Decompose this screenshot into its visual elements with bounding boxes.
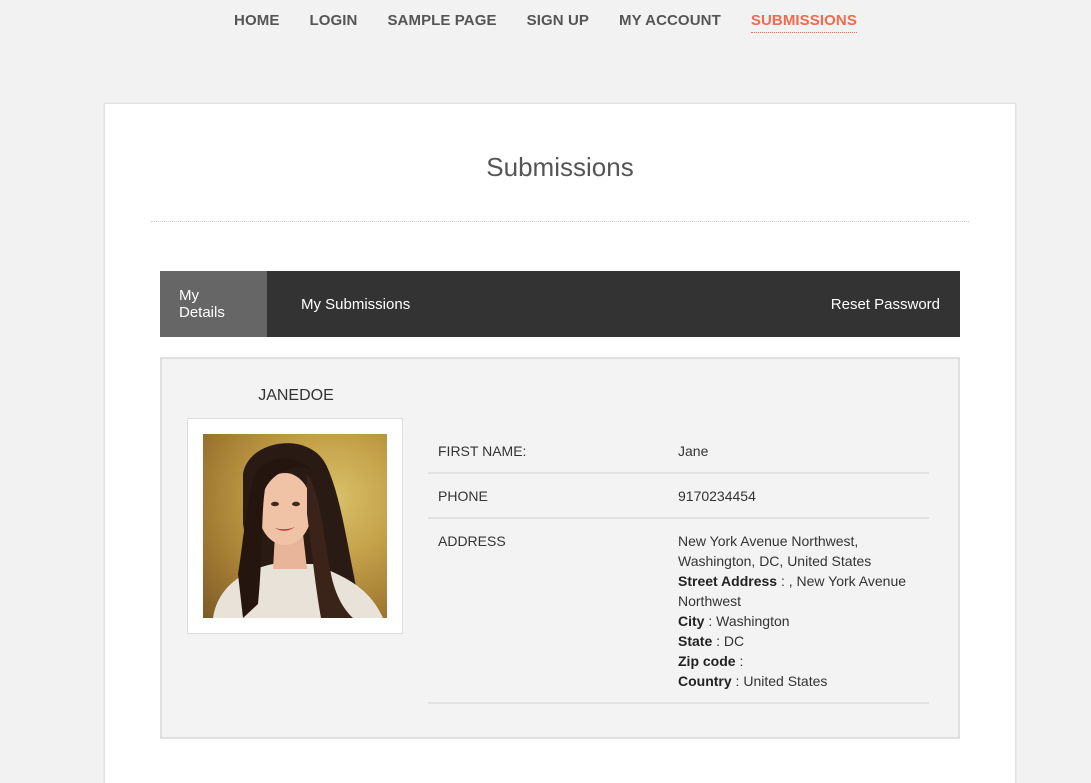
content-card: Submissions My Details My Submissions Re…: [104, 103, 1016, 783]
profile-details-panel: JANEDOE FIRST NAME: Jane PHONE 917023445…: [160, 357, 960, 739]
nav-link-sample-page[interactable]: SAMPLE PAGE: [387, 12, 496, 32]
state-label: State: [678, 633, 713, 649]
address-line-2: Washington, DC, United States: [678, 553, 872, 569]
tab-my-details[interactable]: My Details: [160, 271, 267, 337]
nav-link-my-account[interactable]: MY ACCOUNT: [619, 12, 721, 32]
country: Country : United States: [678, 671, 919, 691]
nav-item-my-account: MY ACCOUNT: [619, 12, 721, 33]
first-name-value: Jane: [668, 428, 929, 474]
nav-item-submissions: SUBMISSIONS: [750, 12, 857, 33]
nav-item-sample-page: SAMPLE PAGE: [387, 12, 496, 33]
country-value: : United States: [731, 673, 828, 689]
nav-item-home: HOME: [234, 12, 279, 33]
address-label: ADDRESS: [428, 518, 668, 704]
nav-link-submissions[interactable]: SUBMISSIONS: [750, 12, 857, 33]
phone-label: PHONE: [428, 473, 668, 519]
title-divider: [151, 221, 969, 222]
top-navigation: HOME LOGIN SAMPLE PAGE SIGN UP MY ACCOUN…: [0, 0, 1091, 44]
page-title: Submissions: [486, 152, 634, 182]
phone-value: 9170234454: [668, 473, 929, 519]
user-photo-icon: [213, 443, 383, 618]
city-label: City: [678, 613, 705, 629]
zip-code-label: Zip code: [678, 653, 736, 669]
tab-my-submissions[interactable]: My Submissions: [267, 271, 429, 337]
account-tab-bar: My Details My Submissions Reset Password: [160, 271, 960, 337]
country-label: Country: [678, 673, 732, 689]
table-row-phone: PHONE 9170234454: [428, 473, 929, 519]
avatar: [203, 434, 387, 618]
table-row-first-name: FIRST NAME: Jane: [428, 428, 929, 474]
avatar-frame: [187, 418, 403, 634]
nav-link-home[interactable]: HOME: [234, 12, 279, 32]
address-value: New York Avenue Northwest, Washington, D…: [668, 518, 929, 704]
state-value: : DC: [712, 633, 745, 649]
city-value: : Washington: [704, 613, 790, 629]
zip-code-value: :: [735, 653, 744, 669]
nav-item-login: LOGIN: [309, 12, 357, 33]
state: State : DC: [678, 631, 919, 651]
first-name-label: FIRST NAME:: [428, 428, 668, 474]
city: City : Washington: [678, 611, 919, 631]
nav-item-sign-up: SIGN UP: [527, 12, 589, 33]
zip-code: Zip code :: [678, 651, 919, 671]
nav-list: HOME LOGIN SAMPLE PAGE SIGN UP MY ACCOUN…: [219, 12, 872, 33]
nav-link-sign-up[interactable]: SIGN UP: [527, 12, 589, 32]
table-row-address: ADDRESS New York Avenue Northwest, Washi…: [428, 518, 929, 704]
address-line-1: New York Avenue Northwest,: [678, 533, 859, 549]
nav-link-login[interactable]: LOGIN: [309, 12, 357, 32]
street-address: Street Address : , New York Avenue North…: [678, 571, 919, 611]
profile-details-table: FIRST NAME: Jane PHONE 9170234454 ADDRES…: [428, 428, 929, 704]
street-address-label: Street Address: [678, 573, 778, 589]
profile-username: JANEDOE: [258, 387, 334, 404]
tab-reset-password[interactable]: Reset Password: [812, 271, 960, 337]
